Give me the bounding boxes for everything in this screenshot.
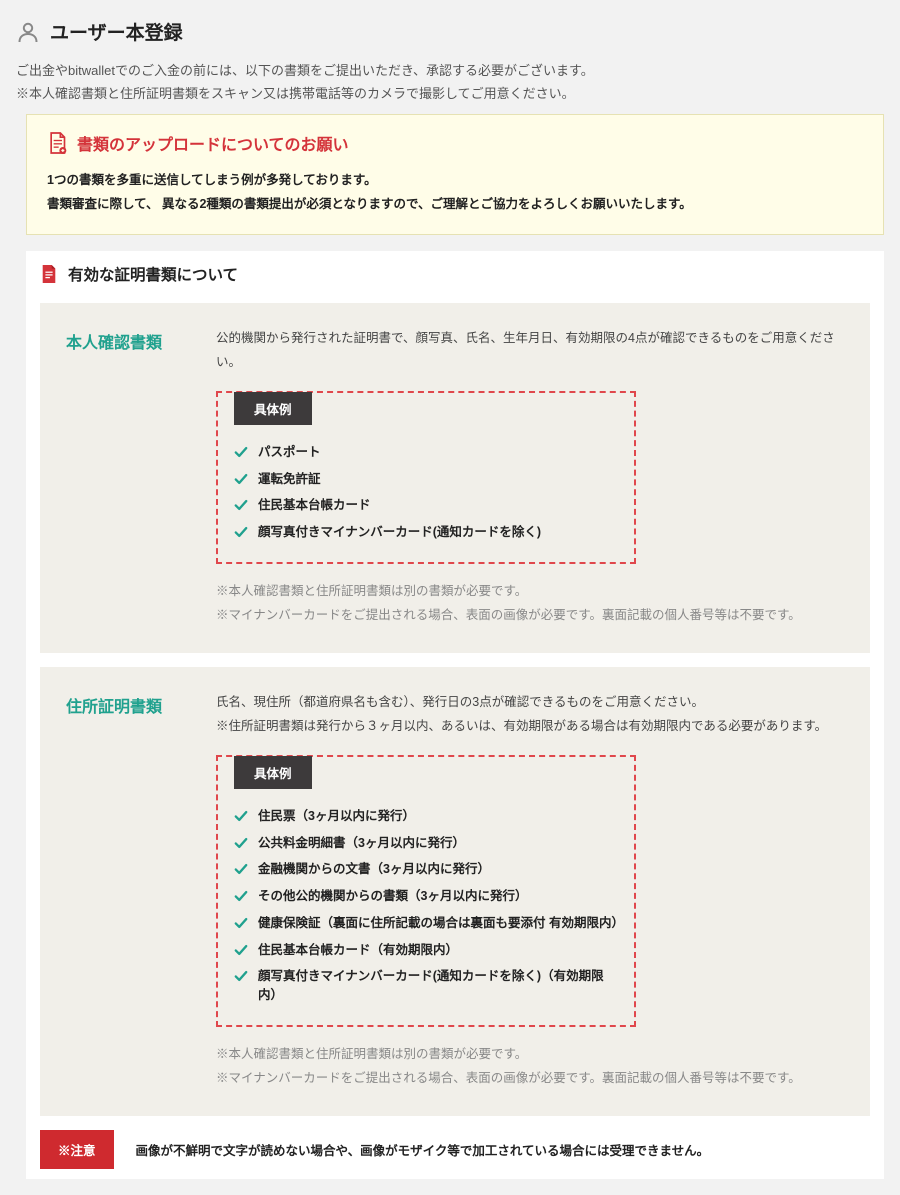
list-item-label: 顔写真付きマイナンバーカード(通知カードを除く) [258, 523, 541, 542]
identity-note-1: ※本人確認書類と住所証明書類は別の書類が必要です。 [216, 580, 844, 604]
list-item: 顔写真付きマイナンバーカード(通知カードを除く) [234, 519, 618, 546]
list-item-label: 金融機関からの文書（3ヶ月以内に発行） [258, 860, 490, 879]
address-heading: 住所証明書類 [66, 691, 186, 1090]
list-item: 住民基本台帳カード [234, 492, 618, 519]
list-item-label: 住民基本台帳カード [258, 496, 371, 515]
list-item-label: 公共料金明細書（3ヶ月以内に発行） [258, 834, 465, 853]
list-item: 運転免許証 [234, 466, 618, 493]
check-icon [234, 809, 248, 823]
identity-heading: 本人確認書類 [66, 327, 186, 627]
document-alert-icon [47, 132, 67, 154]
page-header: ユーザー本登録 [16, 18, 884, 45]
list-item-label: 顔写真付きマイナンバーカード(通知カードを除く)（有効期限内） [258, 967, 618, 1005]
identity-card: 本人確認書類 公的機関から発行された証明書で、顔写真、氏名、生年月日、有効期限の… [40, 303, 870, 653]
valid-documents-section: 有効な証明書類について 本人確認書類 公的機関から発行された証明書で、顔写真、氏… [26, 251, 884, 1179]
check-icon [234, 916, 248, 930]
caution-text: 画像が不鮮明で文字が読めない場合や、画像がモザイク等で加工されている場合には受理… [136, 1140, 710, 1159]
address-card: 住所証明書類 氏名、現住所（都道府県名も含む）、発行日の3点が確認できるものをご… [40, 667, 870, 1116]
notice-title: 書類のアップロードについてのお願い [77, 131, 349, 155]
check-icon [234, 943, 248, 957]
document-icon [40, 264, 58, 284]
list-item: 住民票（3ヶ月以内に発行） [234, 803, 618, 830]
upload-notice: 書類のアップロードについてのお願い 1つの書類を多重に送信してしまう例が多発して… [26, 114, 884, 236]
identity-list: パスポート運転免許証住民基本台帳カード顔写真付きマイナンバーカード(通知カードを… [234, 439, 618, 546]
check-icon [234, 445, 248, 459]
list-item-label: 運転免許証 [258, 470, 321, 489]
intro-text: ご出金やbitwalletでのご入金の前には、以下の書類をご提出いただき、承認す… [16, 59, 884, 106]
intro-line-2: ※本人確認書類と住所証明書類をスキャン又は携帯電話等のカメラで撮影してご用意くだ… [16, 82, 884, 105]
identity-desc: 公的機関から発行された証明書で、顔写真、氏名、生年月日、有効期限の4点が確認でき… [216, 327, 844, 375]
identity-example-box: 具体例 パスポート運転免許証住民基本台帳カード顔写真付きマイナンバーカード(通知… [216, 391, 636, 564]
list-item: 顔写真付きマイナンバーカード(通知カードを除く)（有効期限内） [234, 963, 618, 1009]
list-item-label: 住民基本台帳カード（有効期限内） [258, 941, 458, 960]
list-item-label: 健康保険証（裏面に住所記載の場合は裏面も要添付 有効期限内） [258, 914, 618, 933]
list-item-label: 住民票（3ヶ月以内に発行） [258, 807, 415, 826]
check-icon [234, 472, 248, 486]
list-item-label: パスポート [258, 443, 321, 462]
intro-line-1: ご出金やbitwalletでのご入金の前には、以下の書類をご提出いただき、承認す… [16, 59, 884, 82]
address-desc-line-2: ※住所証明書類は発行から３ヶ月以内、あるいは、有効期限がある場合は有効期限内であ… [216, 715, 844, 739]
address-example-box: 具体例 住民票（3ヶ月以内に発行） 公共料金明細書（3ヶ月以内に発行） 金融機関から… [216, 755, 636, 1027]
list-item: 金融機関からの文書（3ヶ月以内に発行） [234, 856, 618, 883]
address-note-1: ※本人確認書類と住所証明書類は別の書類が必要です。 [216, 1043, 844, 1067]
list-item: 住民基本台帳カード（有効期限内） [234, 937, 618, 964]
check-icon [234, 969, 248, 983]
address-desc: 氏名、現住所（都道府県名も含む）、発行日の3点が確認できるものをご用意ください。… [216, 691, 844, 739]
identity-note-2: ※マイナンバーカードをご提出される場合、表面の画像が必要です。裏面記載の個人番号… [216, 604, 844, 628]
list-item: パスポート [234, 439, 618, 466]
example-label: 具体例 [234, 756, 312, 789]
identity-desc-line: 公的機関から発行された証明書で、顔写真、氏名、生年月日、有効期限の4点が確認でき… [216, 327, 844, 375]
notice-body: 1つの書類を多重に送信してしまう例が多発しております。 書類審査に際して、 異な… [47, 169, 863, 217]
notice-line-2: 書類審査に際して、 異なる2種類の書類提出が必須となりますので、ご理解とご協力を… [47, 193, 863, 217]
notice-line-1: 1つの書類を多重に送信してしまう例が多発しております。 [47, 169, 863, 193]
check-icon [234, 889, 248, 903]
address-notes: ※本人確認書類と住所証明書類は別の書類が必要です。 ※マイナンバーカードをご提出… [216, 1043, 844, 1091]
address-note-2: ※マイナンバーカードをご提出される場合、表面の画像が必要です。裏面記載の個人番号… [216, 1067, 844, 1091]
page-title: ユーザー本登録 [50, 18, 183, 45]
check-icon [234, 836, 248, 850]
caution-bar: ※注意 画像が不鮮明で文字が読めない場合や、画像がモザイク等で加工されている場合… [40, 1130, 870, 1179]
address-desc-line-1: 氏名、現住所（都道府県名も含む）、発行日の3点が確認できるものをご用意ください。 [216, 691, 844, 715]
user-icon [16, 20, 40, 44]
check-icon [234, 498, 248, 512]
identity-notes: ※本人確認書類と住所証明書類は別の書類が必要です。 ※マイナンバーカードをご提出… [216, 580, 844, 628]
check-icon [234, 862, 248, 876]
list-item: 健康保険証（裏面に住所記載の場合は裏面も要添付 有効期限内） [234, 910, 618, 937]
caution-tag: ※注意 [40, 1130, 114, 1169]
list-item: 公共料金明細書（3ヶ月以内に発行） [234, 830, 618, 857]
example-label: 具体例 [234, 392, 312, 425]
list-item-label: その他公的機関からの書類（3ヶ月以内に発行） [258, 887, 527, 906]
address-list: 住民票（3ヶ月以内に発行） 公共料金明細書（3ヶ月以内に発行） 金融機関からの文書（… [234, 803, 618, 1009]
list-item: その他公的機関からの書類（3ヶ月以内に発行） [234, 883, 618, 910]
check-icon [234, 525, 248, 539]
section-title: 有効な証明書類について [68, 263, 238, 285]
